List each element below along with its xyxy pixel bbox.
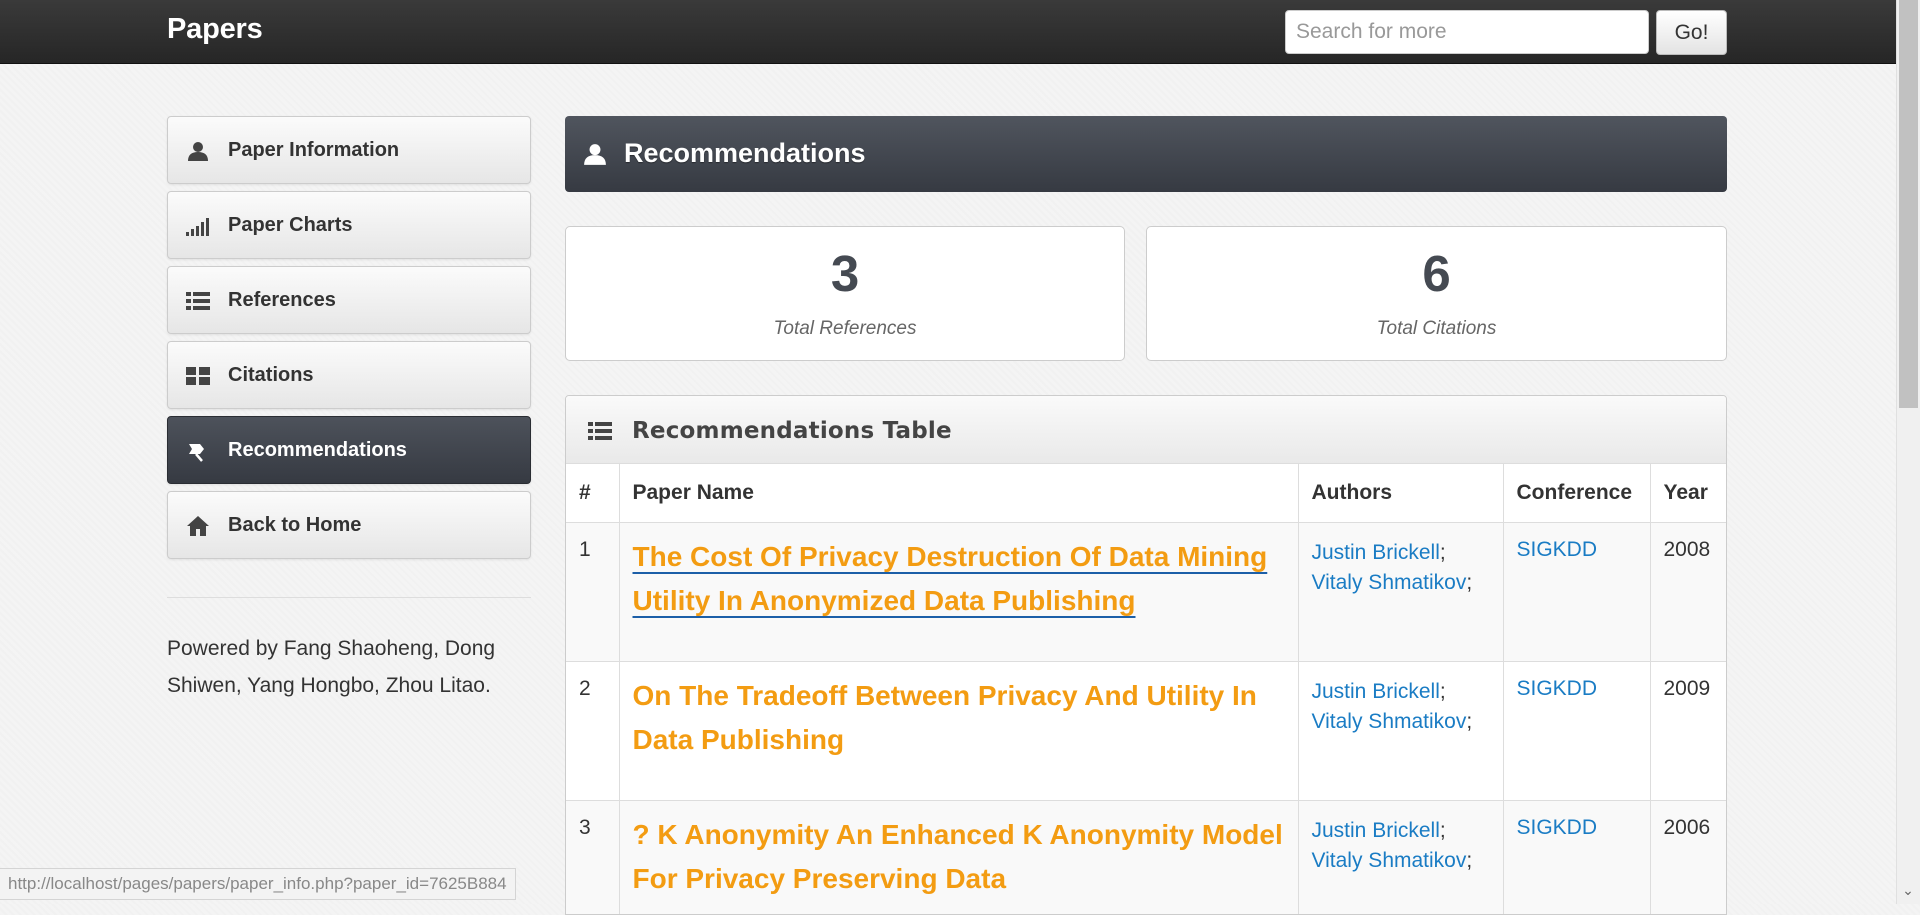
sidebar-item-label: Paper Information — [228, 139, 399, 162]
sidebar-item-label: Back to Home — [228, 514, 361, 537]
column-header: Year — [1650, 464, 1727, 523]
column-header: Conference — [1503, 464, 1650, 523]
panel-title: Recommendations Table — [632, 418, 952, 444]
go-button[interactable]: Go! — [1656, 10, 1727, 55]
list-icon — [186, 289, 210, 313]
scrollbar-thumb[interactable] — [1899, 0, 1918, 408]
panel-header: Recommendations Table — [566, 396, 1726, 464]
conference-link[interactable]: SIGKDD — [1517, 538, 1598, 561]
page-header: Recommendations — [565, 116, 1727, 192]
sidebar-item-recommendations[interactable]: Recommendations — [167, 416, 531, 484]
paper-name-cell: On The Tradeoff Between Privacy And Util… — [619, 662, 1298, 801]
paper-link[interactable]: The Cost Of Privacy Destruction Of Data … — [633, 535, 1285, 623]
pin-icon — [186, 439, 210, 463]
grid-icon — [186, 364, 210, 388]
conference-link[interactable]: SIGKDD — [1517, 677, 1598, 700]
powered-by-text: Powered by Fang Shaoheng, Dong Shiwen, Y… — [167, 630, 527, 704]
scroll-down-arrow-icon[interactable]: ⌄ — [1898, 880, 1918, 900]
sidebar-item-paper-information[interactable]: Paper Information — [167, 116, 531, 184]
table-row: 3 ? K Anonymity An Enhanced K Anonymity … — [566, 801, 1727, 915]
sidebar-divider — [167, 597, 531, 598]
sidebar-item-back-to-home[interactable]: Back to Home — [167, 491, 531, 559]
row-number: 2 — [566, 662, 619, 801]
user-icon — [583, 142, 607, 171]
authors-cell: Justin Brickell; Vitaly Shmatikov; — [1298, 662, 1503, 801]
table-row: 1 The Cost Of Privacy Destruction Of Dat… — [566, 523, 1727, 662]
conference-link[interactable]: SIGKDD — [1517, 816, 1598, 839]
stat-label: Total Citations — [1147, 318, 1726, 340]
sidebar-item-label: Paper Charts — [228, 214, 353, 237]
stat-label: Total References — [566, 318, 1124, 340]
column-header: # — [566, 464, 619, 523]
conference-cell: SIGKDD — [1503, 523, 1650, 662]
stat-total-citations: 6 Total Citations — [1146, 226, 1727, 361]
brand-logo[interactable]: Papers — [167, 13, 263, 46]
search-input[interactable] — [1285, 10, 1649, 54]
conference-cell: SIGKDD — [1503, 801, 1650, 915]
column-header: Authors — [1298, 464, 1503, 523]
paper-link[interactable]: ? K Anonymity An Enhanced K Anonymity Mo… — [633, 813, 1285, 901]
author-link[interactable]: Vitaly Shmatikov — [1312, 849, 1467, 872]
sidebar-item-label: Recommendations — [228, 439, 407, 462]
table-row: 2 On The Tradeoff Between Privacy And Ut… — [566, 662, 1727, 801]
authors-cell: Justin Brickell; Vitaly Shmatikov; — [1298, 801, 1503, 915]
column-header: Paper Name — [619, 464, 1298, 523]
top-navbar: Papers Go! — [0, 0, 1896, 64]
paper-name-cell: The Cost Of Privacy Destruction Of Data … — [619, 523, 1298, 662]
recommendations-table: # Paper Name Authors Conference Year 1 T… — [566, 463, 1727, 915]
author-link[interactable]: Vitaly Shmatikov — [1312, 571, 1467, 594]
author-link[interactable]: Justin Brickell — [1312, 541, 1440, 564]
user-icon — [186, 139, 210, 163]
paper-link[interactable]: On The Tradeoff Between Privacy And Util… — [633, 674, 1285, 762]
paper-name-cell: ? K Anonymity An Enhanced K Anonymity Mo… — [619, 801, 1298, 915]
year-cell: 2006 — [1650, 801, 1727, 915]
sidebar-item-references[interactable]: References — [167, 266, 531, 334]
row-number: 1 — [566, 523, 619, 662]
authors-cell: Justin Brickell; Vitaly Shmatikov; — [1298, 523, 1503, 662]
author-link[interactable]: Vitaly Shmatikov — [1312, 710, 1467, 733]
stat-value: 6 — [1147, 244, 1726, 303]
sidebar-item-label: References — [228, 289, 336, 312]
year-cell: 2008 — [1650, 523, 1727, 662]
list-icon — [588, 421, 612, 446]
conference-cell: SIGKDD — [1503, 662, 1650, 801]
status-bar-url: http://localhost/pages/papers/paper_info… — [0, 868, 516, 900]
home-icon — [186, 514, 210, 538]
recommendations-panel: Recommendations Table # Paper Name Autho… — [565, 395, 1727, 915]
table-header-row: # Paper Name Authors Conference Year — [566, 464, 1727, 523]
sidebar-item-label: Citations — [228, 364, 314, 387]
stat-total-references: 3 Total References — [565, 226, 1125, 361]
sidebar-item-paper-charts[interactable]: Paper Charts — [167, 191, 531, 259]
row-number: 3 — [566, 801, 619, 915]
page-title: Recommendations — [624, 138, 866, 169]
signal-icon — [186, 214, 210, 238]
author-link[interactable]: Justin Brickell — [1312, 680, 1440, 703]
year-cell: 2009 — [1650, 662, 1727, 801]
author-link[interactable]: Justin Brickell — [1312, 819, 1440, 842]
stat-value: 3 — [566, 244, 1124, 303]
sidebar-item-citations[interactable]: Citations — [167, 341, 531, 409]
